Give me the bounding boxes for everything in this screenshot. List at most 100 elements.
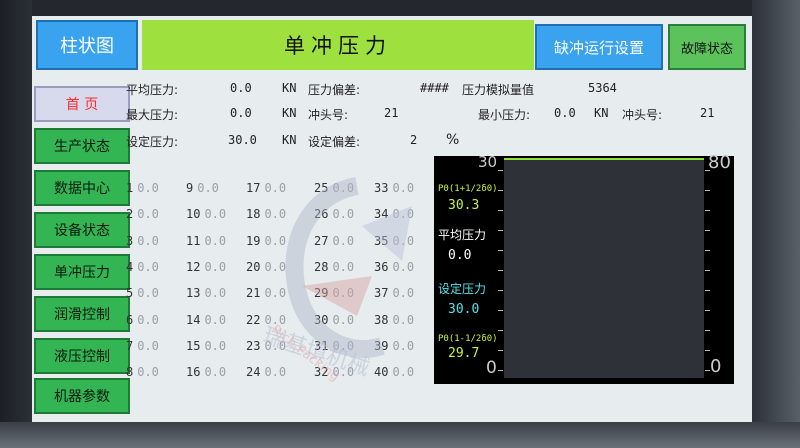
axis-tick [498, 310, 503, 311]
punch-number: 15 [186, 338, 201, 353]
punch-number: 20 [246, 259, 261, 274]
page-title: 单冲压力 [142, 20, 534, 70]
punch-cell: 40 0.0 [374, 365, 414, 379]
punch-pressure-value: 0.0 [332, 338, 355, 353]
punch-number: 2 [126, 207, 134, 222]
sidebar-item-equipment-status[interactable]: 设备状态 [34, 212, 130, 248]
min-punch-value: 21 [700, 106, 715, 120]
punch-cell: 36 0.0 [374, 260, 414, 274]
min-punch-label: 冲头号: [622, 108, 663, 122]
screen-bezel-bottom [0, 422, 800, 448]
punch-pressure-value: 0.0 [204, 233, 227, 248]
avg-pressure-unit: KN [282, 81, 297, 95]
bar-chart-button[interactable]: 柱状图 [36, 20, 138, 70]
punch-number: 36 [374, 259, 389, 274]
min-pressure-label: 最小压力: [478, 108, 531, 122]
punch-cell: 12 0.0 [186, 260, 226, 274]
punch-pressure-value: 0.0 [332, 286, 355, 301]
set-pressure-unit: KN [282, 133, 297, 147]
punch-cell: 4 0.0 [126, 260, 159, 274]
punch-cell: 38 0.0 [374, 313, 414, 327]
punch-cell: 18 0.0 [246, 207, 286, 221]
punch-pressure-value: 0.0 [137, 233, 159, 248]
punch-number: 12 [186, 259, 201, 274]
punch-number: 23 [246, 338, 261, 353]
punch-cell: 17 0.0 [246, 181, 286, 195]
punch-number: 21 [246, 286, 261, 301]
axis-tick [705, 250, 710, 251]
punch-number: 32 [314, 365, 329, 380]
punch-pressure-value: 0.0 [264, 259, 287, 274]
sidebar-item-machine-params[interactable]: 机器参数 [34, 378, 130, 414]
punch-number: 39 [374, 338, 389, 353]
watermark-logo [285, 177, 412, 358]
avg-pressure-value: 0.0 [230, 81, 252, 95]
left-axis-ticks [498, 170, 503, 371]
punch-pressure-value: 0.0 [137, 181, 159, 195]
axis-tick [705, 210, 710, 211]
punch-cell: 22 0.0 [246, 313, 286, 327]
max-pressure-label: 最大压力: [126, 108, 179, 122]
sidebar-item-production-status[interactable]: 生产状态 [34, 128, 130, 164]
set-deviation-unit: % [446, 132, 460, 148]
pressure-analog-value: 5364 [588, 81, 617, 95]
punch-pressure-value: 0.0 [264, 207, 287, 222]
punch-number: 19 [246, 233, 261, 248]
sidebar-item-lubrication[interactable]: 润滑控制 [34, 296, 130, 332]
punch-pressure-value: 0.0 [264, 181, 287, 195]
punch-pressure-value: 0.0 [392, 312, 415, 327]
avg-pressure-label: 平均压力: [126, 83, 179, 97]
set-deviation-label: 设定偏差: [308, 135, 361, 149]
punch-number: 8 [126, 365, 134, 380]
sidebar-item-home[interactable]: 首 页 [34, 86, 130, 122]
punch-pressure-value: 0.0 [204, 286, 227, 301]
sidebar-item-hydraulic[interactable]: 液压控制 [34, 338, 130, 374]
set-pressure-value[interactable]: 30.0 [228, 133, 257, 147]
punch-cell: 9 0.0 [186, 181, 219, 195]
punch-pressure-value: 0.0 [204, 365, 227, 380]
punch-cell: 37 0.0 [374, 286, 414, 300]
punch-pressure-value: 0.0 [264, 286, 287, 301]
axis-tick [705, 350, 710, 351]
axis-tick [498, 190, 503, 191]
punch-number: 29 [314, 286, 329, 301]
min-pressure-unit: KN [594, 106, 609, 120]
punch-pressure-value: 0.0 [264, 365, 287, 380]
punch-number: 14 [186, 312, 201, 327]
axis-tick [498, 330, 503, 331]
set-pressure-label: 设定压力: [126, 135, 179, 149]
punch-number: 37 [374, 286, 389, 301]
punch-cell: 35 0.0 [374, 234, 414, 248]
punch-cell: 39 0.0 [374, 339, 414, 353]
punch-cell: 32 0.0 [314, 365, 354, 379]
axis-tick [498, 370, 503, 371]
punch-cell: 25 0.0 [314, 181, 354, 195]
punch-cell: 30 0.0 [314, 313, 354, 327]
trend-plot-area [504, 160, 704, 378]
sidebar-item-single-punch-pressure[interactable]: 单冲压力 [34, 254, 130, 290]
avg-pressure-chart-label: 平均压力 [438, 228, 487, 242]
max-pressure-value: 0.0 [230, 106, 252, 120]
avg-pressure-chart-value: 0.0 [448, 248, 472, 263]
punch-number: 22 [246, 312, 261, 327]
punch-number: 11 [186, 233, 201, 248]
punch-pressure-value: 0.0 [332, 312, 355, 327]
punch-number: 33 [374, 181, 389, 195]
punch-number: 35 [374, 233, 389, 248]
fault-status-button[interactable]: 故障状态 [668, 24, 746, 70]
punch-number: 4 [126, 259, 134, 274]
punch-pressure-value: 0.0 [392, 207, 415, 222]
sidebar-item-data-center[interactable]: 数据中心 [34, 170, 130, 206]
punch-pressure-value: 0.0 [392, 259, 415, 274]
punch-pressure-value: 0.0 [204, 338, 227, 353]
punch-number: 5 [126, 286, 134, 301]
punch-number: 13 [186, 286, 201, 301]
missing-punch-settings-button[interactable]: 缺冲运行设置 [535, 24, 663, 70]
punch-number: 18 [246, 207, 261, 222]
punch-cell: 14 0.0 [186, 313, 226, 327]
set-deviation-value[interactable]: 2 [410, 133, 417, 147]
upper-limit-label: P0(1+1/2δ0) [438, 184, 498, 194]
punch-cell: 23 0.0 [246, 339, 286, 353]
axis-tick [705, 270, 710, 271]
axis-tick [498, 170, 503, 171]
